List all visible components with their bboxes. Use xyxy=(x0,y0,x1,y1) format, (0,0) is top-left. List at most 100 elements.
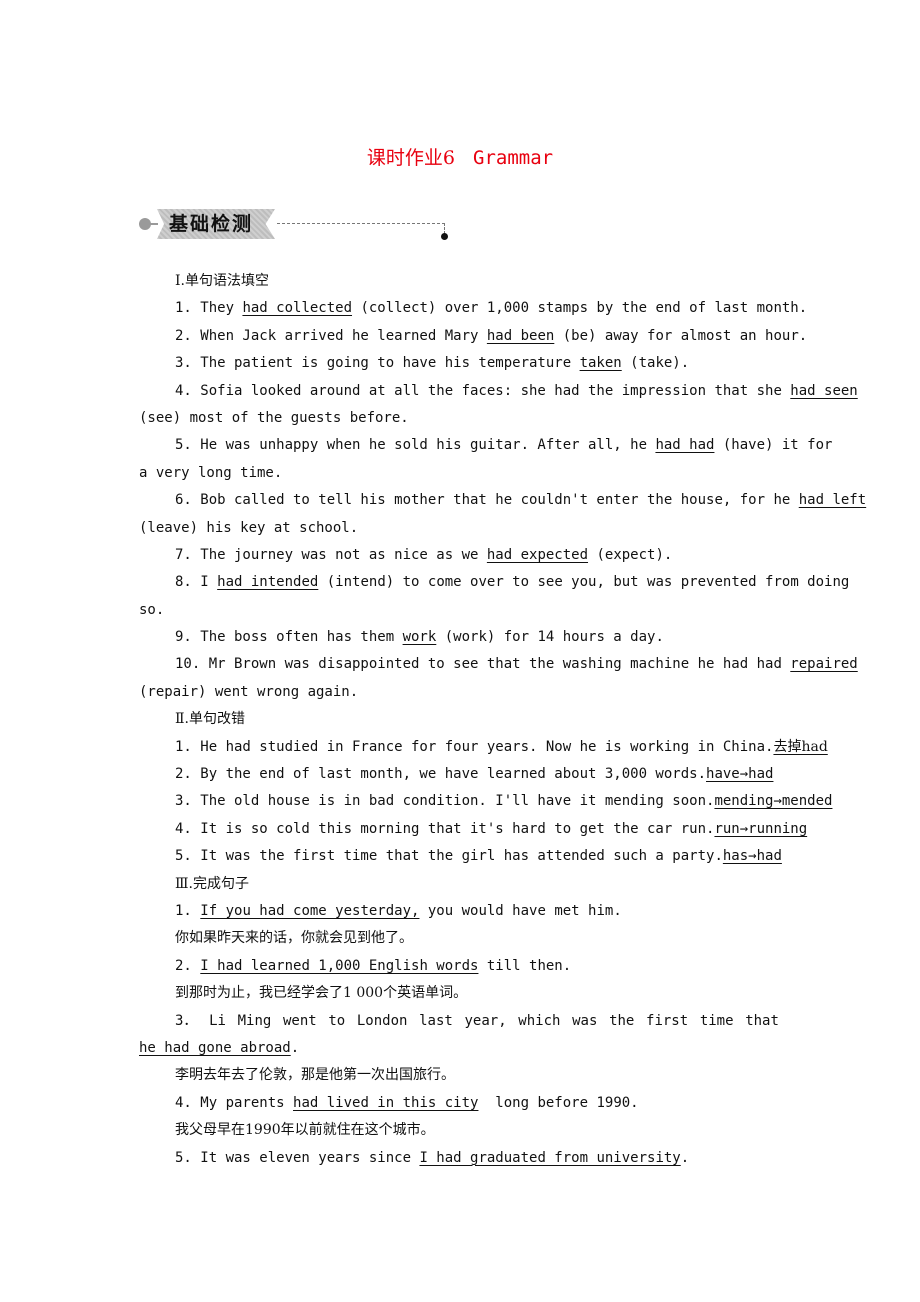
exercise-item: 8. I had intended (intend) to come over … xyxy=(139,569,849,596)
dashed-divider xyxy=(277,223,445,224)
item-text: (intend) to come over to see you, but wa… xyxy=(318,574,850,591)
item-text: 1. They xyxy=(175,300,243,317)
part1-heading: Ⅰ.单句语法填空 xyxy=(175,273,269,289)
end-dot-icon xyxy=(441,233,448,240)
answer: repaired xyxy=(790,656,858,673)
item-text: 4. Sofia looked around at all the faces:… xyxy=(175,382,791,399)
item-text: 5. It was the first time that the girl h… xyxy=(175,848,723,865)
answer: had expected xyxy=(486,546,589,563)
item-text: 10. Mr Brown was disappointed to see tha… xyxy=(175,656,791,673)
part2-heading: Ⅱ.单句改错 xyxy=(175,711,245,728)
title-en: Grammar xyxy=(473,147,554,169)
item-text: 9. The boss often has them xyxy=(175,629,403,646)
item-text: (expect). xyxy=(588,546,673,563)
section-label: 基础检测 xyxy=(157,209,275,239)
word: which xyxy=(518,1012,561,1029)
word: that xyxy=(745,1012,779,1029)
exercise-item: 2. I had learned 1,000 English words til… xyxy=(139,953,839,980)
exercise-item: 2. When Jack arrived he learned Mary had… xyxy=(139,323,839,350)
answer: run→running xyxy=(714,820,808,837)
title-zh: 课时作业6 xyxy=(366,147,455,169)
item-continuation: (leave) his key at school. xyxy=(139,519,359,536)
item-continuation: (see) most of the guests before. xyxy=(139,409,409,426)
exercise-item: 6. Bob called to tell his mother that he… xyxy=(139,487,866,514)
exercise-item: 4. Sofia looked around at all the faces:… xyxy=(139,378,858,405)
exercise-item: 5. He was unhappy when he sold his guita… xyxy=(139,432,839,459)
answer: 去掉had xyxy=(773,738,828,755)
answer: I had graduated from university xyxy=(419,1149,681,1166)
exercise-item: 9. The boss often has them work (work) f… xyxy=(139,624,839,651)
answer: had collected xyxy=(242,300,353,317)
answer: have→had xyxy=(706,766,774,783)
item-continuation: a very long time. xyxy=(139,464,283,481)
answer: has→had xyxy=(722,848,782,865)
translation: 你如果昨天来的话，你就会见到他了。 xyxy=(175,930,413,947)
item-text: 5. He was unhappy when he sold his guita… xyxy=(175,437,656,454)
exercise-item: 5. It was the first time that the girl h… xyxy=(139,843,839,870)
item-text: 3. The old house is in bad condition. I'… xyxy=(175,793,715,810)
translation: 李明去年去了伦敦，那是他第一次出国旅行。 xyxy=(175,1067,455,1084)
item-text: (work) for 14 hours a day. xyxy=(436,629,664,646)
word: London xyxy=(356,1012,408,1029)
exercise-item: 10. Mr Brown was disappointed to see tha… xyxy=(139,651,858,678)
answer: mending→mended xyxy=(714,793,833,810)
answer: had been xyxy=(486,327,555,344)
word: last xyxy=(419,1012,453,1029)
translation: 我父母早在1990年以前就住在这个城市。 xyxy=(175,1122,435,1139)
exercise-item: 2. By the end of last month, we have lea… xyxy=(139,761,839,788)
item-text: 1. xyxy=(175,902,201,919)
item-text: 6. Bob called to tell his mother that he… xyxy=(175,492,799,509)
word: went xyxy=(282,1012,317,1029)
item-continuation: (repair) went wrong again. xyxy=(139,683,359,700)
answer: had intended xyxy=(217,574,319,591)
item-text: 2. By the end of last month, we have lea… xyxy=(175,766,707,783)
item-continuation: he had gone abroad. xyxy=(139,1035,839,1062)
item-text: 8. I xyxy=(175,574,218,591)
section-banner: 基础检测 xyxy=(139,209,449,243)
word: time xyxy=(699,1012,734,1029)
answer: If you had come yesterday, xyxy=(200,902,420,919)
answer: had lived in this city xyxy=(293,1094,479,1111)
word: was xyxy=(572,1012,598,1029)
item-text: 2. xyxy=(175,957,201,974)
item-text: you would have met him. xyxy=(419,902,622,919)
item-text: 3. The patient is going to have his temp… xyxy=(175,355,580,372)
exercise-item: 7. The journey was not as nice as we had… xyxy=(139,542,839,569)
page-title: 课时作业6 Grammar xyxy=(0,143,920,170)
answer: he had gone abroad xyxy=(139,1039,291,1056)
word: Li xyxy=(209,1012,226,1029)
exercise-content: Ⅰ.单句语法填空 1. They had collected (collect)… xyxy=(139,268,866,1172)
item-text: . xyxy=(680,1149,690,1166)
word: year, xyxy=(464,1012,507,1029)
item-text: long before 1990. xyxy=(478,1094,639,1111)
item-text: . xyxy=(290,1039,300,1056)
exercise-item: 3． Li Ming went to London last year, whi… xyxy=(139,1008,779,1035)
exercise-item: 4. It is so cold this morning that it's … xyxy=(139,816,839,843)
item-text: 5. It was eleven years since xyxy=(175,1149,420,1166)
item-text: 4. My parents xyxy=(175,1094,294,1111)
exercise-item: 1. If you had come yesterday, you would … xyxy=(139,898,839,925)
word: the xyxy=(609,1012,635,1029)
exercise-item: 1. They had collected (collect) over 1,0… xyxy=(139,295,839,322)
item-text: (collect) over 1,000 stamps by the end o… xyxy=(352,300,808,317)
answer: had seen xyxy=(790,382,858,399)
exercise-item: 3. The patient is going to have his temp… xyxy=(139,350,839,377)
word: 3． xyxy=(175,1012,198,1029)
part3-heading: Ⅲ.完成句子 xyxy=(175,875,249,892)
banner-connector xyxy=(150,223,158,225)
item-text: till then. xyxy=(478,957,572,974)
item-text: 2. When Jack arrived he learned Mary xyxy=(175,327,487,344)
item-text: 7. The journey was not as nice as we xyxy=(175,546,487,563)
item-text: 1. He had studied in France for four yea… xyxy=(175,738,774,755)
exercise-item: 3. The old house is in bad condition. I'… xyxy=(139,788,839,815)
item-text: 4. It is so cold this morning that it's … xyxy=(175,820,715,837)
exercise-item: 5. It was eleven years since I had gradu… xyxy=(139,1145,839,1172)
item-text: (have) it for xyxy=(714,437,833,454)
word: Ming xyxy=(237,1012,272,1029)
item-continuation: so. xyxy=(139,601,165,618)
exercise-item: 4. My parents had lived in this city lon… xyxy=(139,1090,839,1117)
answer: had had xyxy=(655,437,715,454)
item-text: (be) away for almost an hour. xyxy=(554,327,808,344)
answer: I had learned 1,000 English words xyxy=(200,957,479,974)
item-text: (take). xyxy=(621,355,690,372)
